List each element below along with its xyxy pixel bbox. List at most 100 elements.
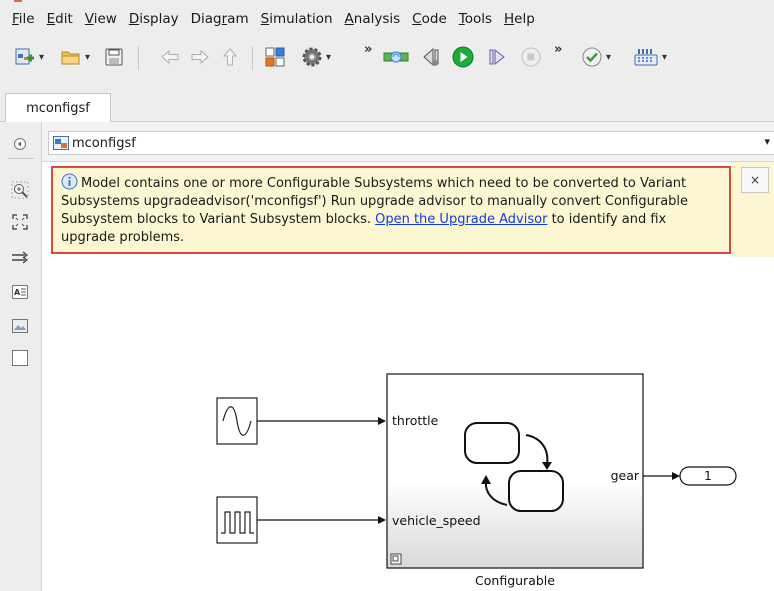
image-annotation-icon xyxy=(12,319,28,333)
configurable-subsystem-block[interactable]: throttle vehicle_speed gear Configurable xyxy=(386,373,644,588)
menu-edit-label: dit xyxy=(55,11,73,27)
menu-simulation-mnemonic: S xyxy=(260,11,270,27)
new-model-icon xyxy=(15,48,34,65)
model-advisor-dropdown-icon[interactable]: ▾ xyxy=(606,52,611,63)
menu-edit-mnemonic: E xyxy=(46,11,56,27)
model-explorer-button[interactable] xyxy=(382,42,410,72)
block-diagram: throttle vehicle_speed gear Configurable xyxy=(216,373,737,588)
annotation-text-icon: A xyxy=(12,285,28,299)
open-button[interactable]: ▾ xyxy=(54,42,96,72)
subsystem-badge-icon xyxy=(390,553,402,565)
menu-display-label: isplay xyxy=(139,11,179,27)
menu-simulation[interactable]: Simulation xyxy=(255,11,339,27)
tab-mconfigsf[interactable]: mconfigsf xyxy=(5,93,111,122)
menu-view[interactable]: View xyxy=(79,11,123,27)
tab-label: mconfigsf xyxy=(26,100,90,116)
menu-simulation-label: imulation xyxy=(269,11,333,27)
run-icon xyxy=(452,46,474,68)
menu-analysis[interactable]: Analysis xyxy=(339,11,407,27)
fit-to-view-button[interactable] xyxy=(10,212,30,232)
signal-line-gear[interactable] xyxy=(643,472,680,480)
up-arrow-icon xyxy=(222,48,238,66)
menu-file-label: ile xyxy=(18,11,35,27)
svg-text:A: A xyxy=(14,288,21,297)
open-folder-icon xyxy=(61,51,80,65)
subsystem-frame xyxy=(386,373,644,569)
image-button[interactable] xyxy=(10,316,30,336)
open-dropdown-icon[interactable]: ▾ xyxy=(85,52,90,63)
menu-help[interactable]: Help xyxy=(498,11,541,27)
save-button[interactable] xyxy=(102,42,126,72)
menu-display-mnemonic: D xyxy=(128,11,140,27)
signal-line-throttle[interactable] xyxy=(257,417,386,425)
model-settings-dropdown-icon[interactable]: ▾ xyxy=(326,52,331,63)
forward-arrow-icon xyxy=(191,49,209,65)
breadcrumb-model-name[interactable]: mconfigsf xyxy=(72,136,136,151)
area-button[interactable] xyxy=(10,348,30,368)
new-model-button[interactable]: ▾ xyxy=(8,42,50,72)
menu-diagram-prefix: Diag xyxy=(190,11,222,27)
build-dropdown-icon[interactable]: ▾ xyxy=(662,52,667,63)
gear-arrowhead xyxy=(672,472,680,480)
new-model-dropdown-icon[interactable]: ▾ xyxy=(39,52,44,63)
signal-arrows-icon xyxy=(12,251,28,264)
model-settings-button[interactable]: ▾ xyxy=(294,42,338,72)
hide-arrows-button[interactable] xyxy=(10,248,30,268)
step-forward-button[interactable] xyxy=(484,42,510,72)
step-back-button[interactable] xyxy=(418,42,444,72)
model-icon xyxy=(53,136,69,150)
build-icon xyxy=(634,49,658,66)
zoom-button[interactable] xyxy=(10,180,30,200)
toolbar-separator xyxy=(138,46,139,70)
model-browser-toggle-icon xyxy=(14,138,26,150)
menu-edit[interactable]: Edit xyxy=(41,11,79,27)
hide-browser-button[interactable] xyxy=(10,134,30,154)
library-browser-icon xyxy=(265,47,285,67)
save-icon xyxy=(105,48,123,66)
model-canvas[interactable]: Model contains one or more Configurable … xyxy=(42,162,774,591)
annotation-button[interactable]: A xyxy=(10,282,30,302)
forward-button[interactable] xyxy=(188,42,212,72)
toolbar: ▾ ▾ ▾ » » ▾ ▾ xyxy=(0,32,774,84)
port-label-throttle: throttle xyxy=(392,413,439,428)
back-button[interactable] xyxy=(158,42,182,72)
menu-code-label: ode xyxy=(421,11,447,27)
outport-block[interactable]: 1 xyxy=(679,466,737,486)
toolbar-overflow-chevron-2[interactable]: » xyxy=(554,42,562,57)
stop-button[interactable] xyxy=(518,42,544,72)
model-advisor-check-icon xyxy=(582,47,602,67)
app-title-accent xyxy=(14,0,22,2)
menu-diagram[interactable]: Diagram xyxy=(185,11,255,27)
build-button[interactable]: ▾ xyxy=(628,42,672,72)
breadcrumb[interactable]: mconfigsf xyxy=(48,131,774,155)
menu-code-mnemonic: C xyxy=(412,11,422,27)
breadcrumb-dropdown-icon[interactable]: ▾ xyxy=(764,135,770,148)
run-button[interactable] xyxy=(450,42,476,72)
area-rectangle-icon xyxy=(12,350,28,366)
vehicle-speed-arrowhead xyxy=(378,516,386,524)
menu-file[interactable]: File xyxy=(6,11,41,27)
menu-display[interactable]: Display xyxy=(123,11,185,27)
signal-line-vehicle-speed[interactable] xyxy=(257,516,386,524)
port-label-vehicle-speed: vehicle_speed xyxy=(392,513,481,528)
zoom-in-icon xyxy=(11,181,29,199)
menu-file-mnemonic: F xyxy=(12,11,19,27)
menu-code[interactable]: Code xyxy=(406,11,453,27)
stop-icon xyxy=(521,47,541,67)
library-browser-button[interactable] xyxy=(262,42,288,72)
menu-analysis-mnemonic: A xyxy=(344,11,354,27)
fit-to-view-icon xyxy=(12,214,28,230)
pulse-generator-block[interactable] xyxy=(216,496,258,544)
model-tab-strip: mconfigsf xyxy=(0,84,774,122)
toolbar-overflow-chevron[interactable]: » xyxy=(364,42,372,57)
port-label-gear: gear xyxy=(611,468,640,483)
sine-wave-block[interactable] xyxy=(216,397,258,445)
menu-tools[interactable]: Tools xyxy=(453,11,498,27)
model-advisor-button[interactable]: ▾ xyxy=(574,42,618,72)
toolbar-separator xyxy=(252,46,253,70)
menu-tools-label: ools xyxy=(464,11,493,27)
menu-help-label: elp xyxy=(514,11,535,27)
throttle-arrowhead xyxy=(378,417,386,425)
up-button[interactable] xyxy=(218,42,242,72)
outport-number: 1 xyxy=(704,469,712,483)
